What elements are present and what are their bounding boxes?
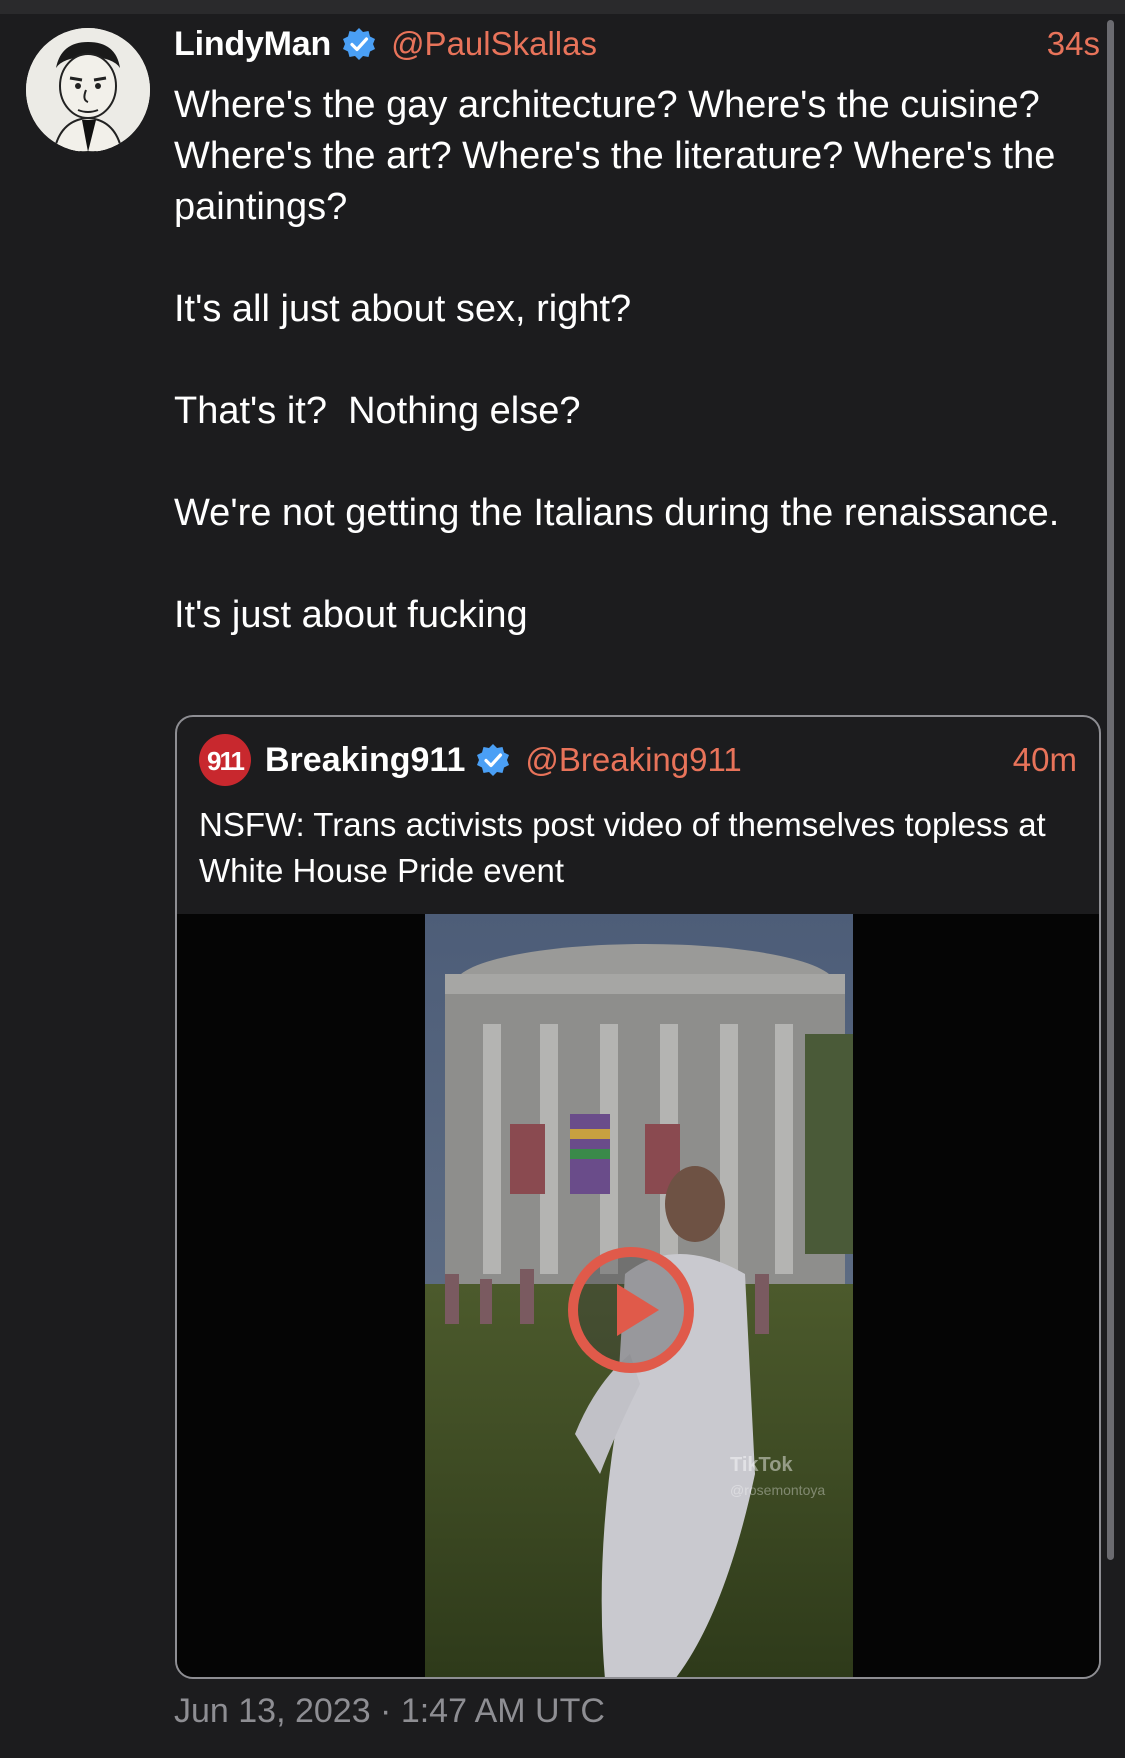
tweet-time[interactable]: 34s	[1047, 25, 1100, 63]
author-avatar[interactable]	[26, 28, 150, 152]
author-handle[interactable]: @PaulSkallas	[391, 25, 597, 63]
tweet-body: Where's the gay architecture? Where's th…	[174, 80, 1074, 641]
top-strip	[0, 0, 1125, 14]
tiktok-watermark-user: @rosemontoya	[730, 1482, 826, 1498]
author-avatar-illustration	[26, 28, 150, 152]
verified-badge-icon	[477, 744, 510, 776]
quoted-author-name[interactable]: Breaking911	[265, 741, 465, 780]
tweet-paragraph: Where's the gay architecture? Where's th…	[174, 84, 1066, 228]
tweet-paragraph: We're not getting the Italians during th…	[174, 492, 1060, 534]
tweet-paragraph: It's all just about sex, right?	[174, 288, 632, 330]
verified-badge-icon	[343, 28, 376, 60]
scrollbar[interactable]	[1107, 20, 1114, 1560]
author-name[interactable]: LindyMan	[174, 25, 331, 64]
quoted-tweet-time[interactable]: 40m	[1013, 741, 1077, 779]
video-player[interactable]: TikTok @rosemontoya	[177, 914, 1099, 1677]
quoted-tweet[interactable]: 911 Breaking911 @Breaking911 40m NSFW: T…	[175, 715, 1101, 1679]
quoted-tweet-text: NSFW: Trans activists post video of them…	[199, 806, 1046, 889]
tweet-header: LindyMan @PaulSkallas 34s	[174, 20, 1100, 68]
quoted-author-avatar[interactable]: 911	[199, 734, 251, 786]
quoted-avatar-logo-text: 911	[207, 746, 245, 776]
quoted-author-handle[interactable]: @Breaking911	[525, 741, 741, 779]
tiktok-watermark: TikTok	[730, 1454, 793, 1476]
tweet-date[interactable]: Jun 13, 2023 · 1:47 AM UTC	[174, 1692, 605, 1731]
quoted-tweet-header: 911 Breaking911 @Breaking911 40m	[199, 733, 1077, 787]
tweet-paragraph: That's it? Nothing else?	[174, 390, 581, 432]
tweet-paragraph: It's just about fucking	[174, 594, 528, 636]
play-icon[interactable]	[567, 1246, 695, 1374]
